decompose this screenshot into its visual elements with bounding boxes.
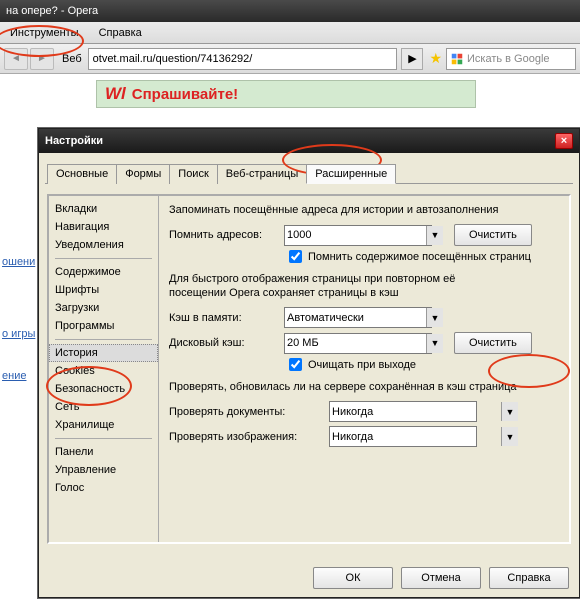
check-docs-label: Проверять документы:	[169, 406, 329, 418]
cache-desc-1: Для быстрого отображения страницы при по…	[169, 273, 559, 285]
bookmark-star-icon[interactable]: ★	[429, 50, 442, 67]
clear-on-exit-checkbox[interactable]	[289, 358, 302, 371]
menu-help[interactable]: Справка	[89, 24, 152, 42]
remember-addr-label: Помнить адресов:	[169, 229, 284, 241]
address-input[interactable]	[88, 48, 398, 70]
disk-cache-select[interactable]	[284, 333, 432, 354]
cancel-button[interactable]: Отмена	[401, 567, 481, 589]
side-navigation[interactable]: Навигация	[49, 218, 158, 236]
clear-history-button[interactable]: Очистить	[454, 224, 532, 246]
remember-description: Запоминать посещённые адреса для истории…	[169, 204, 559, 216]
side-storage[interactable]: Хранилище	[49, 416, 158, 434]
side-panels[interactable]: Панели	[49, 443, 158, 461]
tab-forms[interactable]: Формы	[116, 164, 170, 184]
remember-addr-select[interactable]	[284, 225, 432, 246]
menu-tools[interactable]: Инструменты	[0, 24, 89, 42]
menu-bar: Инструменты Справка	[0, 22, 580, 44]
chevron-down-icon[interactable]: ▼	[426, 334, 443, 353]
chevron-down-icon[interactable]: ▼	[501, 402, 518, 421]
window-title: на опере? - Opera	[6, 5, 98, 17]
check-imgs-label: Проверять изображения:	[169, 431, 329, 443]
go-button[interactable]: ▶	[401, 48, 423, 70]
address-label: Веб	[62, 53, 82, 65]
banner-logo-icon: Wl	[105, 84, 126, 104]
cache-desc-2: посещении Opera сохраняет страницы в кэш	[169, 287, 559, 299]
chevron-down-icon[interactable]: ▼	[426, 308, 443, 327]
side-network[interactable]: Сеть	[49, 398, 158, 416]
check-imgs-select[interactable]	[329, 426, 477, 447]
forward-button[interactable]: ►	[30, 48, 54, 70]
close-icon: ×	[561, 135, 567, 147]
category-list: Вкладки Навигация Уведомления Содержимое…	[49, 196, 159, 542]
tab-search[interactable]: Поиск	[169, 164, 217, 184]
search-box[interactable]: Искать в Google	[446, 48, 576, 70]
banner-text: Спрашивайте!	[132, 86, 238, 103]
remember-content-checkbox[interactable]	[289, 250, 302, 263]
tab-strip: Основные Формы Поиск Веб-страницы Расшир…	[39, 153, 579, 183]
sidelink[interactable]: о игры	[2, 328, 40, 340]
history-panel: Запоминать посещённые адреса для истории…	[159, 196, 569, 542]
side-notifications[interactable]: Уведомления	[49, 236, 158, 254]
check-update-desc: Проверять, обновилась ли на сервере сохр…	[169, 381, 559, 393]
toolbar: ◄ ► Веб ▶ ★ Искать в Google	[0, 44, 580, 74]
side-content[interactable]: Содержимое	[49, 263, 158, 281]
tab-basic[interactable]: Основные	[47, 164, 117, 184]
tab-webpages[interactable]: Веб-страницы	[217, 164, 308, 184]
sidelink[interactable]: ение	[2, 370, 40, 382]
back-button[interactable]: ◄	[4, 48, 28, 70]
side-programs[interactable]: Программы	[49, 317, 158, 335]
side-voice[interactable]: Голос	[49, 479, 158, 497]
check-docs-select[interactable]	[329, 401, 477, 422]
side-downloads[interactable]: Загрузки	[49, 299, 158, 317]
remember-content-label: Помнить содержимое посещённых страниц	[308, 251, 531, 263]
dialog-title-bar[interactable]: Настройки ×	[39, 129, 579, 153]
window-title-bar: на опере? - Opera	[0, 0, 580, 22]
disk-cache-label: Дисковый кэш:	[169, 337, 284, 349]
dialog-title: Настройки	[45, 135, 103, 147]
ok-button[interactable]: ОК	[313, 567, 393, 589]
sidelink[interactable]: ошени	[2, 256, 40, 268]
chevron-down-icon[interactable]: ▼	[426, 226, 443, 245]
clear-cache-button[interactable]: Очистить	[454, 332, 532, 354]
help-button[interactable]: Справка	[489, 567, 569, 589]
page-banner: Wl Спрашивайте!	[96, 80, 476, 108]
page-sidelinks: ошени о игры ение	[2, 244, 40, 394]
clear-on-exit-label: Очищать при выходе	[308, 359, 416, 371]
side-security[interactable]: Безопасность	[49, 380, 158, 398]
side-manage[interactable]: Управление	[49, 461, 158, 479]
settings-dialog: Настройки × Основные Формы Поиск Веб-стр…	[38, 128, 580, 598]
chevron-down-icon[interactable]: ▼	[501, 427, 518, 446]
side-fonts[interactable]: Шрифты	[49, 281, 158, 299]
side-cookies[interactable]: Cookies	[49, 362, 158, 380]
side-tabs[interactable]: Вкладки	[49, 200, 158, 218]
tab-advanced[interactable]: Расширенные	[306, 164, 396, 184]
dialog-close-button[interactable]: ×	[555, 133, 573, 149]
dialog-content: Вкладки Навигация Уведомления Содержимое…	[47, 194, 571, 544]
mem-cache-label: Кэш в памяти:	[169, 312, 284, 324]
google-icon	[450, 52, 464, 66]
side-history[interactable]: История	[49, 344, 158, 362]
dialog-button-row: ОК Отмена Справка	[313, 567, 569, 589]
search-placeholder: Искать в Google	[467, 53, 550, 65]
mem-cache-select[interactable]	[284, 307, 432, 328]
